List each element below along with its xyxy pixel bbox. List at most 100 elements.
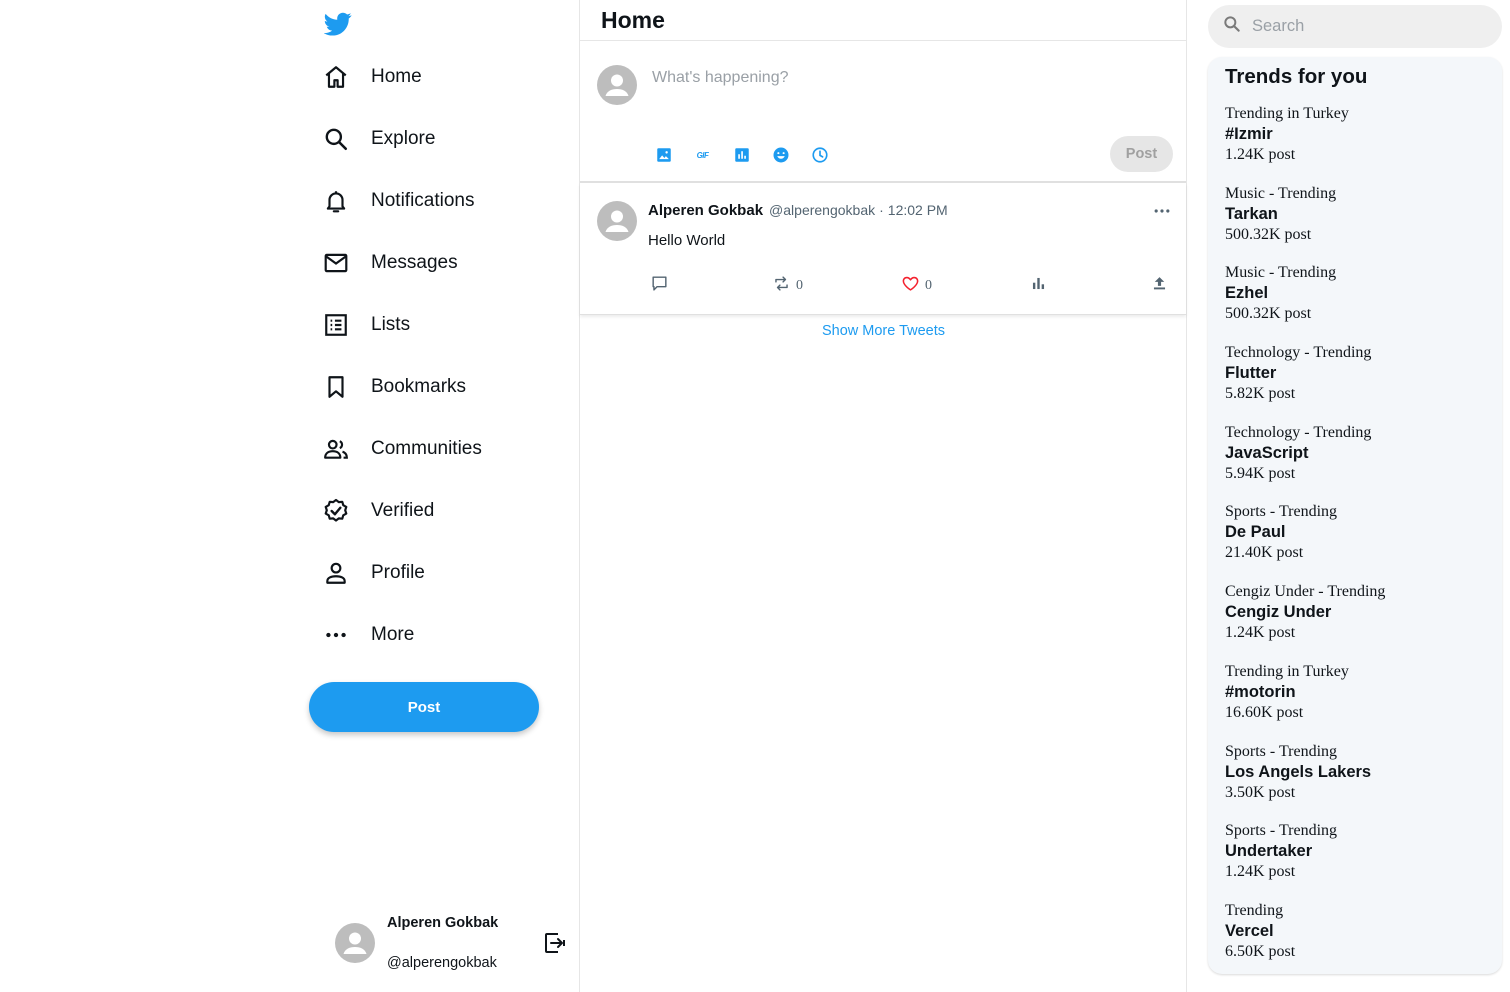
trend-topic: Ezhel xyxy=(1225,284,1269,303)
left-sidebar: Home Explore Notifications Messages List… xyxy=(0,0,580,992)
emoji-icon[interactable] xyxy=(761,143,800,167)
search-bar[interactable] xyxy=(1208,5,1502,48)
trend-topic: JavaScript xyxy=(1225,443,1309,462)
nav-item-messages[interactable]: Messages xyxy=(320,232,482,294)
tweet[interactable]: Alperen Gokbak @alperengokbak · 12:02 PM… xyxy=(580,183,1186,315)
nav-item-label: Communities xyxy=(371,438,482,459)
nav-item-home[interactable]: Home xyxy=(320,46,482,108)
trend-category: Sports - Trending xyxy=(1225,822,1338,840)
poll-icon[interactable] xyxy=(722,143,761,167)
search-icon xyxy=(320,123,352,155)
compose-input[interactable] xyxy=(652,69,1152,87)
tweet-actions: 0 0 xyxy=(580,275,1187,297)
logout-icon[interactable] xyxy=(543,931,567,955)
people-icon xyxy=(320,433,352,465)
trends-title: Trends for you xyxy=(1225,65,1368,88)
tweet-author-handle[interactable]: @alperengokbak xyxy=(769,202,875,218)
nav-item-more[interactable]: More xyxy=(320,604,482,666)
show-more-tweets-link[interactable]: Show More Tweets xyxy=(580,323,1187,339)
composer-toolbar: GIF xyxy=(644,143,839,167)
trend-item[interactable]: Technology - Trending Flutter 5.82K post xyxy=(1225,343,1485,423)
nav-item-explore[interactable]: Explore xyxy=(320,108,482,170)
trend-item[interactable]: Sports - Trending Los Angels Lakers 3.50K … xyxy=(1225,742,1485,822)
trend-post-count: 500.32K post xyxy=(1225,225,1312,243)
tweet-header: Alperen Gokbak @alperengokbak · 12:02 PM xyxy=(648,202,948,219)
account-switcher[interactable]: Alperen Gokbak @alperengokbak xyxy=(335,913,575,973)
nav-item-communities[interactable]: Communities xyxy=(320,418,482,480)
trend-item[interactable]: Cengiz Under - Trending Cengiz Under 1.24K… xyxy=(1225,582,1485,662)
nav-item-label: More xyxy=(371,624,415,645)
trend-topic: De Paul xyxy=(1225,523,1286,542)
nav-item-bookmarks[interactable]: Bookmarks xyxy=(320,356,482,418)
like-button[interactable]: 0 xyxy=(901,275,932,297)
main-navigation: Home Explore Notifications Messages List… xyxy=(320,46,482,666)
trend-category: Music - Trending xyxy=(1225,184,1337,202)
tweet-timestamp[interactable]: 12:02 PM xyxy=(888,202,948,218)
trend-topic: #Izmir xyxy=(1225,125,1273,143)
schedule-icon[interactable] xyxy=(800,143,839,167)
nav-item-lists[interactable]: Lists xyxy=(320,294,482,356)
trend-topic: Undertaker xyxy=(1225,842,1313,861)
trend-category: Trending in Turkey xyxy=(1225,105,1349,122)
retweet-count: 0 xyxy=(796,278,803,293)
trend-category: Technology - Trending xyxy=(1225,344,1372,362)
trend-topic: #motorin xyxy=(1225,682,1296,701)
trend-category: Trending xyxy=(1225,901,1284,919)
share-icon xyxy=(1150,274,1169,298)
trend-topic: Cengiz Under xyxy=(1225,603,1332,622)
trend-category: Trending in Turkey xyxy=(1225,662,1349,680)
trend-post-count: 500.32K post xyxy=(1225,305,1312,323)
trend-category: Music - Trending xyxy=(1225,264,1337,282)
trend-list: Trending in Turkey #Izmir 1.24K post Music … xyxy=(1225,104,1485,981)
like-count: 0 xyxy=(925,278,932,293)
reply-button[interactable] xyxy=(650,275,669,297)
home-timeline: Home GIF Post xyxy=(580,0,1187,992)
trends-panel: Trends for you Trending in Turkey #Izmir 1… xyxy=(1208,57,1502,974)
tweet-text: Hello World xyxy=(648,232,726,249)
trend-topic: Flutter xyxy=(1225,364,1277,383)
trend-post-count: 5.94K post xyxy=(1225,464,1296,482)
nav-item-notifications[interactable]: Notifications xyxy=(320,170,482,232)
bookmark-icon xyxy=(320,371,352,403)
trend-post-count: 21.40K post xyxy=(1225,544,1304,562)
trend-item[interactable]: Trending in Turkey #Izmir 1.24K post xyxy=(1225,104,1485,184)
nav-item-label: Bookmarks xyxy=(371,376,467,397)
gif-icon[interactable]: GIF xyxy=(683,143,722,167)
tweet-composer: GIF Post xyxy=(580,41,1186,183)
more-icon xyxy=(320,619,352,651)
trend-topic: Los Angels Lakers xyxy=(1225,762,1372,781)
verified-icon xyxy=(320,495,352,527)
trend-post-count: 16.60K post xyxy=(1225,703,1304,721)
compose-post-button[interactable]: Post xyxy=(1110,136,1173,172)
trend-post-count: 3.50K post xyxy=(1225,783,1296,801)
trend-post-count: 1.24K post xyxy=(1225,863,1296,881)
post-button[interactable]: Post xyxy=(309,682,539,732)
trend-category: Sports - Trending xyxy=(1225,503,1338,521)
bell-icon xyxy=(320,185,352,217)
trend-item[interactable]: Trending in Turkey #motorin 16.60K post xyxy=(1225,662,1485,742)
trend-category: Cengiz Under - Trending xyxy=(1225,583,1386,601)
nav-item-profile[interactable]: Profile xyxy=(320,542,482,604)
trend-post-count: 6.50K post xyxy=(1225,942,1296,960)
more-options-icon[interactable] xyxy=(1152,201,1172,221)
search-input[interactable] xyxy=(1252,17,1482,36)
tweet-author-name[interactable]: Alperen Gokbak xyxy=(648,202,763,219)
twitter-bird-icon[interactable] xyxy=(323,10,352,38)
avatar xyxy=(335,923,375,963)
image-icon[interactable] xyxy=(644,143,683,167)
trend-item[interactable]: Music - Trending Ezhel 500.32K post xyxy=(1225,263,1485,343)
retweet-icon xyxy=(772,274,791,298)
analytics-button[interactable] xyxy=(1029,275,1048,297)
trend-item[interactable]: Technology - Trending JavaScript 5.94K pos… xyxy=(1225,423,1485,503)
trend-item[interactable]: Sports - Trending De Paul 21.40K post xyxy=(1225,502,1485,582)
trend-item[interactable]: Trending Vercel 6.50K post xyxy=(1225,901,1485,981)
tweet-separator: · xyxy=(879,202,884,218)
nav-item-label: Lists xyxy=(371,314,411,335)
share-button[interactable] xyxy=(1150,275,1169,297)
trend-item[interactable]: Music - Trending Tarkan 500.32K post xyxy=(1225,184,1485,264)
avatar[interactable] xyxy=(597,201,637,241)
nav-item-verified[interactable]: Verified xyxy=(320,480,482,542)
trend-topic: Tarkan xyxy=(1225,204,1278,223)
retweet-button[interactable]: 0 xyxy=(772,275,803,297)
trend-item[interactable]: Sports - Trending Undertaker 1.24K post xyxy=(1225,821,1485,901)
